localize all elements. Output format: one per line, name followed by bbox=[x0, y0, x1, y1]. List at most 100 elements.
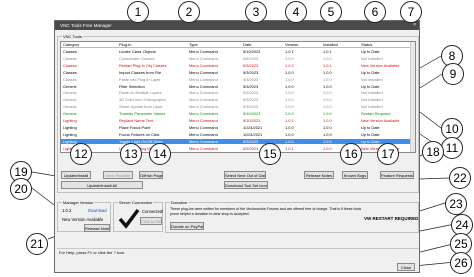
cell-version: 1.0.0 bbox=[285, 97, 294, 103]
col-status[interactable]: Status bbox=[361, 42, 372, 48]
plugin-table[interactable]: Category Plug-in Type Date Version Insta… bbox=[60, 41, 416, 153]
download-link[interactable]: Download bbox=[88, 208, 107, 213]
callout-7: 7 bbox=[400, 1, 422, 23]
cell-installed: 1.0.0 bbox=[323, 83, 332, 89]
cell-type: Menu Command bbox=[189, 111, 218, 117]
table-row[interactable]: Generic Transfer Parameter Values Menu Com… bbox=[61, 111, 415, 117]
table-row[interactable]: Lighting Focus Fixtures on Click Menu Comm… bbox=[61, 132, 415, 138]
table-row[interactable]: Generic Filter Selection Menu Command 5/3/2… bbox=[61, 84, 415, 90]
cell-plugin: Street Update from Layer bbox=[119, 104, 163, 110]
click-to-retry-button[interactable]: Click to Retry bbox=[140, 217, 162, 225]
cell-date: 5/3/2023 bbox=[243, 83, 259, 89]
known-bugs-button[interactable]: Known Bugs bbox=[342, 171, 368, 179]
github-page-button[interactable]: GitHub Page bbox=[139, 171, 163, 179]
table-row[interactable]: Lighting Place Focus Point Menu Command 11/… bbox=[61, 125, 415, 131]
col-type[interactable]: Type bbox=[189, 42, 198, 48]
cell-date: 5/10/2023 bbox=[243, 118, 261, 123]
cell-version: 1.0.0 bbox=[285, 124, 294, 130]
table-row[interactable]: Classes Paste into Plug-in Layer Menu Comm… bbox=[61, 77, 415, 83]
cell-version: 1.0.2 bbox=[285, 62, 294, 68]
cell-plugin: Place Focus Point bbox=[119, 124, 151, 130]
col-category[interactable]: Category bbox=[63, 42, 79, 48]
feature-requests-button[interactable]: Feature Requests bbox=[380, 171, 414, 179]
cell-type: Menu Command bbox=[189, 90, 218, 96]
callout-3: 3 bbox=[245, 1, 267, 23]
release-notes-button[interactable]: Release Notes bbox=[304, 171, 334, 179]
table-row[interactable]: Lighting Toggle Light On/Off State Menu Co… bbox=[61, 138, 415, 145]
cell-plugin: Transfer Parameter Values bbox=[119, 111, 166, 117]
cell-version: 1.0.0 bbox=[285, 90, 294, 96]
update-install-button[interactable]: Update/Install bbox=[61, 171, 91, 179]
col-date[interactable]: Date bbox=[243, 42, 251, 48]
table-row[interactable]: Classes Locate Class Objects Menu Command 5… bbox=[61, 49, 415, 55]
cell-date: 5/3/2023 bbox=[243, 69, 259, 75]
restart-required-notice: VW RESTART REQUIRED bbox=[364, 216, 419, 221]
cell-status: Not Installed bbox=[361, 97, 383, 103]
cell-installed: 1.0.0 bbox=[323, 131, 332, 137]
cell-status: Up to Date bbox=[361, 131, 380, 137]
table-row[interactable]: Generic Paste on Multiple Layers Menu Comm… bbox=[61, 90, 415, 96]
cell-category: Generic bbox=[63, 97, 77, 103]
table-row[interactable]: Generic 3D Solid from Orthographic Menu Co… bbox=[61, 97, 415, 103]
server-status: Connected! bbox=[142, 209, 164, 214]
cell-installed: 1.0.1 bbox=[323, 62, 332, 68]
cell-installed: 1.0.0 bbox=[323, 104, 332, 110]
table-row[interactable]: Classes Restart Plug-in Obj Classes Menu C… bbox=[61, 63, 415, 69]
callout-26: 26 bbox=[450, 252, 472, 274]
table-scrollbar[interactable] bbox=[410, 42, 415, 152]
cell-status: Not Installed bbox=[361, 104, 383, 110]
cell-category: Generic bbox=[63, 104, 77, 110]
manager-version-group: Manager Version 1.0.2 Download New Versi… bbox=[57, 200, 111, 232]
cell-type: Menu Command bbox=[189, 55, 218, 61]
callout-2: 2 bbox=[178, 1, 200, 23]
cell-version: 1.0.0 bbox=[285, 131, 294, 137]
cell-category: Generic bbox=[63, 111, 77, 117]
cell-installed: 1.0.0 bbox=[323, 97, 332, 103]
cell-version: 1.0.0 bbox=[285, 104, 294, 110]
table-row[interactable]: Generic Street Update from Layer Menu Comm… bbox=[61, 104, 415, 110]
view-readme-button[interactable]: View Readme bbox=[103, 171, 133, 179]
server-connection-label: Server Connection bbox=[118, 200, 154, 205]
cell-version: 1.0.0 bbox=[285, 76, 294, 82]
col-installed[interactable]: Installed bbox=[323, 42, 338, 48]
close-button[interactable]: Close bbox=[397, 263, 415, 271]
callout-12: 12 bbox=[70, 143, 92, 165]
cell-status: Not Installed bbox=[361, 55, 383, 61]
table-row[interactable]: LightingUpdate Lighting ModeMenu Command… bbox=[61, 146, 415, 152]
callout-13: 13 bbox=[120, 143, 142, 165]
table-row[interactable]: Classes Import Classes from File Menu Comm… bbox=[61, 70, 415, 76]
cell-status: Not Installed bbox=[361, 76, 383, 82]
donate-paypal-button[interactable]: Donate on PayPal bbox=[170, 222, 204, 230]
cell-status: Restart Required bbox=[361, 111, 391, 117]
table-row[interactable]: Lighting Replace Name Text Menu Command 5/1… bbox=[61, 118, 415, 124]
cell-installed: 1.0.0 bbox=[323, 118, 332, 123]
cell-category: Lighting bbox=[63, 131, 77, 137]
update-install-all-button[interactable]: Update/Install All bbox=[61, 181, 143, 189]
cell-date: 5/3/2023 bbox=[243, 62, 259, 68]
cell-installed: 1.0.0 bbox=[323, 55, 332, 61]
callout-5: 5 bbox=[320, 1, 342, 23]
callout-4: 4 bbox=[285, 1, 307, 23]
select-next-out-of-date-button[interactable]: Select Next Out of Date bbox=[224, 171, 266, 179]
cell-date: 5/10/2023 bbox=[243, 49, 261, 54]
download-tool-set-icons-button[interactable]: Download Tool Set Icons bbox=[224, 181, 268, 189]
checkmark-icon bbox=[118, 208, 140, 229]
cell-date: 5/3/2023 bbox=[243, 76, 259, 82]
cell-plugin: Import Classes from File bbox=[119, 69, 162, 75]
cell-type: Menu Command bbox=[189, 69, 218, 75]
cell-plugin: Locate Class Objects bbox=[119, 49, 156, 54]
callout-18: 18 bbox=[422, 141, 444, 163]
title-bar: VNC Tools Free Manager × bbox=[55, 21, 419, 30]
cell-type: Menu Command bbox=[189, 49, 218, 54]
cell-date: 5/10/2023 bbox=[243, 111, 261, 117]
col-plugin[interactable]: Plug-in bbox=[119, 42, 131, 48]
col-version[interactable]: Version bbox=[285, 42, 298, 48]
table-row[interactable]: Classes Consolidate Classes Menu Command 5/… bbox=[61, 56, 415, 62]
cell-status: Up to Date bbox=[361, 83, 380, 89]
cell-plugin: Filter Selection bbox=[119, 83, 145, 89]
manager-release-notes-button[interactable]: Release Notes bbox=[84, 224, 110, 232]
cell-version: 1.0.1 bbox=[285, 145, 294, 151]
tools-group-label: VNC Tools bbox=[62, 34, 83, 39]
callout-6: 6 bbox=[364, 1, 386, 23]
cell-category: Classes bbox=[63, 62, 77, 68]
